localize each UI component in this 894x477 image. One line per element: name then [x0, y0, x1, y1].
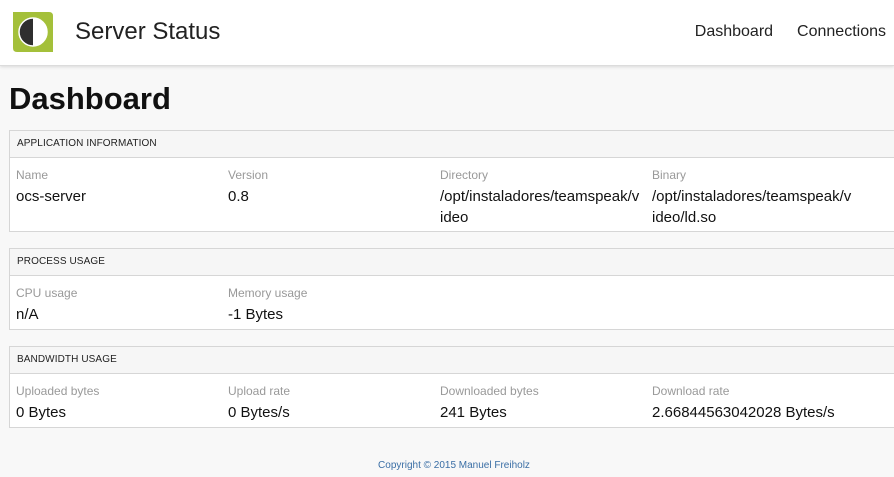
field-name: Name ocs-server: [16, 167, 216, 207]
panel-heading: APPLICATION INFORMATION: [10, 131, 894, 158]
field-binary: Binary /opt/instaladores/teamspeak/video…: [652, 167, 852, 228]
bandwidth-usage-panel: BANDWIDTH USAGE Uploaded bytes 0 Bytes U…: [9, 346, 894, 428]
field-label: Binary: [652, 168, 687, 182]
nav-connections-link[interactable]: Connections: [797, 21, 886, 43]
server-status-logo-icon[interactable]: [9, 8, 57, 56]
field-value: ocs-server: [16, 188, 87, 205]
field-value: 0 Bytes: [16, 404, 67, 421]
field-value: 241 Bytes: [440, 404, 507, 421]
field-label: CPU usage: [16, 286, 78, 300]
field-value: n/A: [16, 306, 39, 323]
field-downloaded-bytes: Downloaded bytes 241 Bytes: [440, 383, 640, 423]
panel-heading: PROCESS USAGE: [10, 249, 894, 276]
page-title: Dashboard: [9, 81, 171, 116]
field-cpu-usage: CPU usage n/A: [16, 285, 216, 325]
field-download-rate: Download rate 2.66844563042028 Bytes/s: [652, 383, 882, 423]
field-uploaded-bytes: Uploaded bytes 0 Bytes: [16, 383, 216, 423]
field-label: Download rate: [652, 384, 730, 398]
application-information-panel: APPLICATION INFORMATION Name ocs-server …: [9, 130, 894, 232]
field-label: Uploaded bytes: [16, 384, 100, 398]
process-usage-panel: PROCESS USAGE CPU usage n/A Memory usage…: [9, 248, 894, 330]
field-label: Memory usage: [228, 286, 308, 300]
field-memory-usage: Memory usage -1 Bytes: [228, 285, 428, 325]
field-version: Version 0.8: [228, 167, 428, 207]
nav-dashboard-link[interactable]: Dashboard: [695, 21, 773, 43]
field-upload-rate: Upload rate 0 Bytes/s: [228, 383, 428, 423]
field-value: /opt/instaladores/teamspeak/video/ld.so: [652, 188, 852, 226]
footer-copyright: Copyright © 2015 Manuel Freiholz: [378, 460, 530, 471]
field-label: Name: [16, 168, 49, 182]
field-value: 0 Bytes/s: [228, 404, 290, 421]
top-header: Server Status Dashboard Connections: [0, 0, 894, 66]
field-value: /opt/instaladores/teamspeak/video: [440, 188, 640, 226]
field-value: 2.66844563042028 Bytes/s: [652, 404, 835, 421]
field-directory: Directory /opt/instaladores/teamspeak/vi…: [440, 167, 640, 228]
app-title[interactable]: Server Status: [75, 17, 220, 47]
field-label: Downloaded bytes: [440, 384, 539, 398]
field-label: Upload rate: [228, 384, 291, 398]
field-value: -1 Bytes: [228, 306, 284, 323]
field-label: Version: [228, 168, 269, 182]
panel-heading: BANDWIDTH USAGE: [10, 347, 894, 374]
field-label: Directory: [440, 168, 489, 182]
main-nav: Dashboard Connections: [695, 21, 886, 43]
field-value: 0.8: [228, 188, 249, 205]
